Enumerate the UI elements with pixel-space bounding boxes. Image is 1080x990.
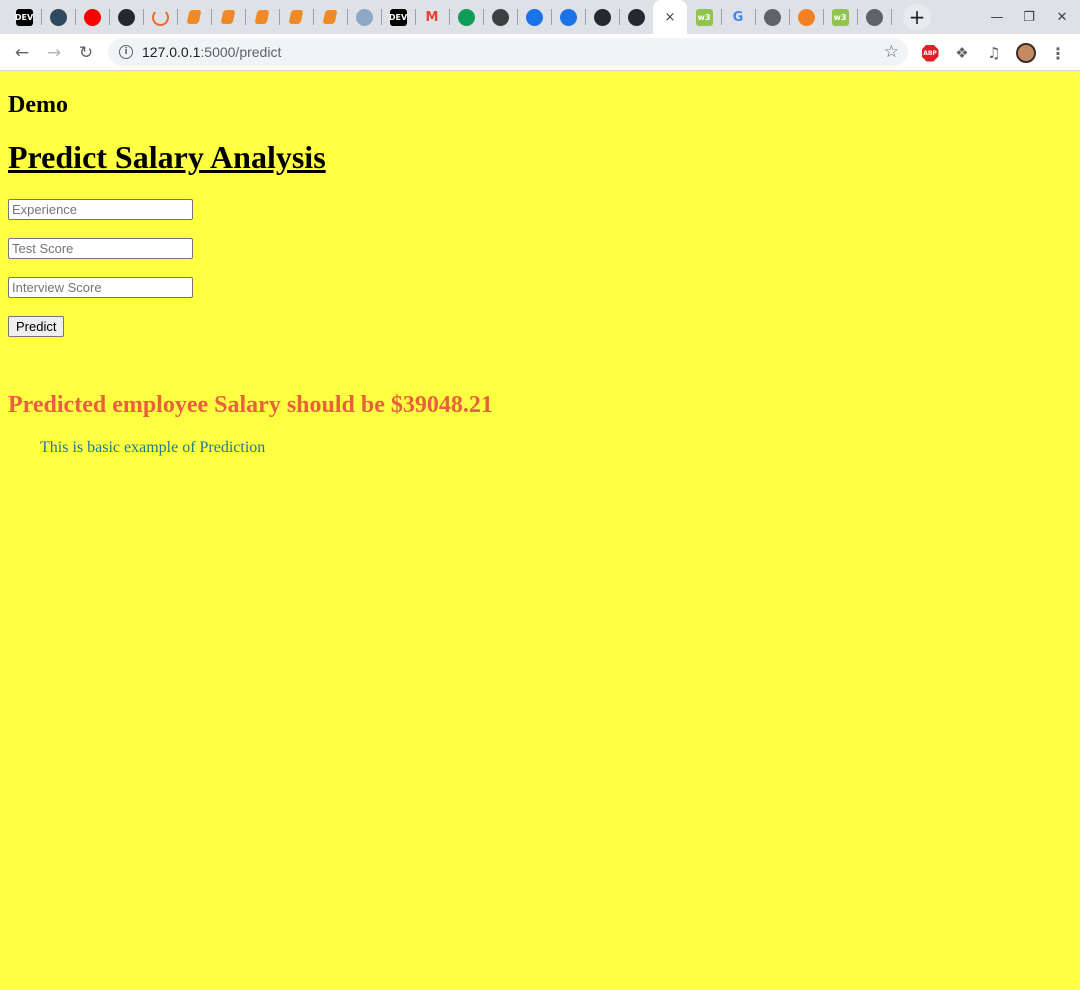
w3-icon: w3	[695, 8, 713, 26]
cloud-bot-icon	[355, 8, 373, 26]
tab-24[interactable]: w3	[823, 0, 857, 34]
reload-button[interactable]: ↻	[73, 40, 99, 66]
restore-button[interactable]: ❐	[1018, 6, 1040, 28]
url-host: 127.0.0.1	[142, 44, 201, 60]
tab-18[interactable]	[619, 0, 653, 34]
tab-5[interactable]	[177, 0, 211, 34]
stackoverflow-icon	[797, 8, 815, 26]
tab-23[interactable]	[789, 0, 823, 34]
tab-6[interactable]	[211, 0, 245, 34]
back-button[interactable]: ←	[9, 40, 35, 66]
tab-11[interactable]: DEV	[381, 0, 415, 34]
puzzle-icon: ❖	[955, 44, 969, 62]
close-icon: ×	[664, 9, 676, 25]
profile-button[interactable]	[1016, 43, 1036, 63]
browser-toolbar: ← → ↻ i 127.0.0.1:5000/predict ☆ ABP ❖ ♫…	[0, 34, 1080, 71]
window-close-button[interactable]: ✕	[1051, 6, 1073, 28]
github-icon	[627, 8, 645, 26]
tab-10[interactable]	[347, 0, 381, 34]
github-icon	[593, 8, 611, 26]
tab-20[interactable]: w3	[687, 0, 721, 34]
tab-4[interactable]	[143, 0, 177, 34]
tab-3[interactable]	[109, 0, 143, 34]
minimize-button[interactable]: —	[986, 6, 1008, 28]
demo-heading: Demo	[8, 92, 68, 118]
prediction-note: This is basic example of Prediction	[40, 439, 266, 456]
tab-17[interactable]	[585, 0, 619, 34]
prediction-result: Predicted employee Salary should be $390…	[8, 392, 493, 418]
new-tab-button[interactable]: +	[903, 4, 931, 30]
site-info-icon[interactable]: i	[119, 45, 133, 59]
tab-separator	[891, 9, 892, 25]
avatar	[1016, 43, 1036, 63]
adblock-extension-button[interactable]: ABP	[920, 43, 940, 63]
tab-12[interactable]: M	[415, 0, 449, 34]
playlist-icon: ♫	[987, 44, 1001, 62]
tab-13[interactable]	[449, 0, 483, 34]
tab-22[interactable]	[755, 0, 789, 34]
predict-button[interactable]: Predict	[8, 316, 65, 337]
url-path: :5000/predict	[200, 44, 282, 60]
github-icon	[117, 8, 135, 26]
media-control-button[interactable]: ♫	[984, 43, 1004, 63]
adblock-icon: ABP	[921, 44, 939, 62]
globe-icon	[763, 8, 781, 26]
speaker-icon	[865, 8, 883, 26]
tab-7[interactable]	[245, 0, 279, 34]
book-icon	[288, 10, 304, 24]
dev-icon: DEV	[15, 8, 33, 26]
book-icon	[186, 10, 202, 24]
tab-2[interactable]	[75, 0, 109, 34]
test-score-input[interactable]	[8, 238, 193, 259]
youtube-icon	[83, 8, 101, 26]
tab-21[interactable]: G	[721, 0, 755, 34]
tab-0[interactable]: DEV	[7, 0, 41, 34]
extensions-button[interactable]: ❖	[952, 43, 972, 63]
interview-score-input[interactable]	[8, 277, 193, 298]
book-icon	[220, 10, 236, 24]
diamond-icon	[491, 8, 509, 26]
tab-active[interactable]: ×	[653, 0, 687, 34]
tab-8[interactable]	[279, 0, 313, 34]
menu-button[interactable]: ⋮	[1048, 43, 1068, 63]
tab-9[interactable]	[313, 0, 347, 34]
forward-button[interactable]: →	[41, 40, 67, 66]
page-title: Predict Salary Analysis	[8, 139, 326, 175]
refresh-app-icon	[559, 8, 577, 26]
tab-1[interactable]	[41, 0, 75, 34]
book-icon	[322, 10, 338, 24]
gmail-icon: M	[425, 9, 439, 25]
address-bar[interactable]: i 127.0.0.1:5000/predict ☆	[108, 38, 908, 66]
tab-strip: DEV DEV M × w3 Gw3 + — ❐ ✕	[0, 0, 1080, 34]
experience-input[interactable]	[8, 199, 193, 220]
kebab-menu-icon: ⋮	[1050, 43, 1066, 63]
circle-app-icon	[49, 8, 67, 26]
tab-25[interactable]	[857, 0, 891, 34]
refresh-app-icon	[525, 8, 543, 26]
bookmark-star-icon[interactable]: ☆	[884, 42, 899, 62]
sheets-icon	[457, 8, 475, 26]
dev-icon: DEV	[389, 8, 407, 26]
loader-icon	[151, 8, 169, 26]
tab-15[interactable]	[517, 0, 551, 34]
tab-14[interactable]	[483, 0, 517, 34]
w3-icon: w3	[831, 8, 849, 26]
tab-16[interactable]	[551, 0, 585, 34]
book-icon	[254, 10, 270, 24]
google-icon: G	[732, 9, 744, 25]
